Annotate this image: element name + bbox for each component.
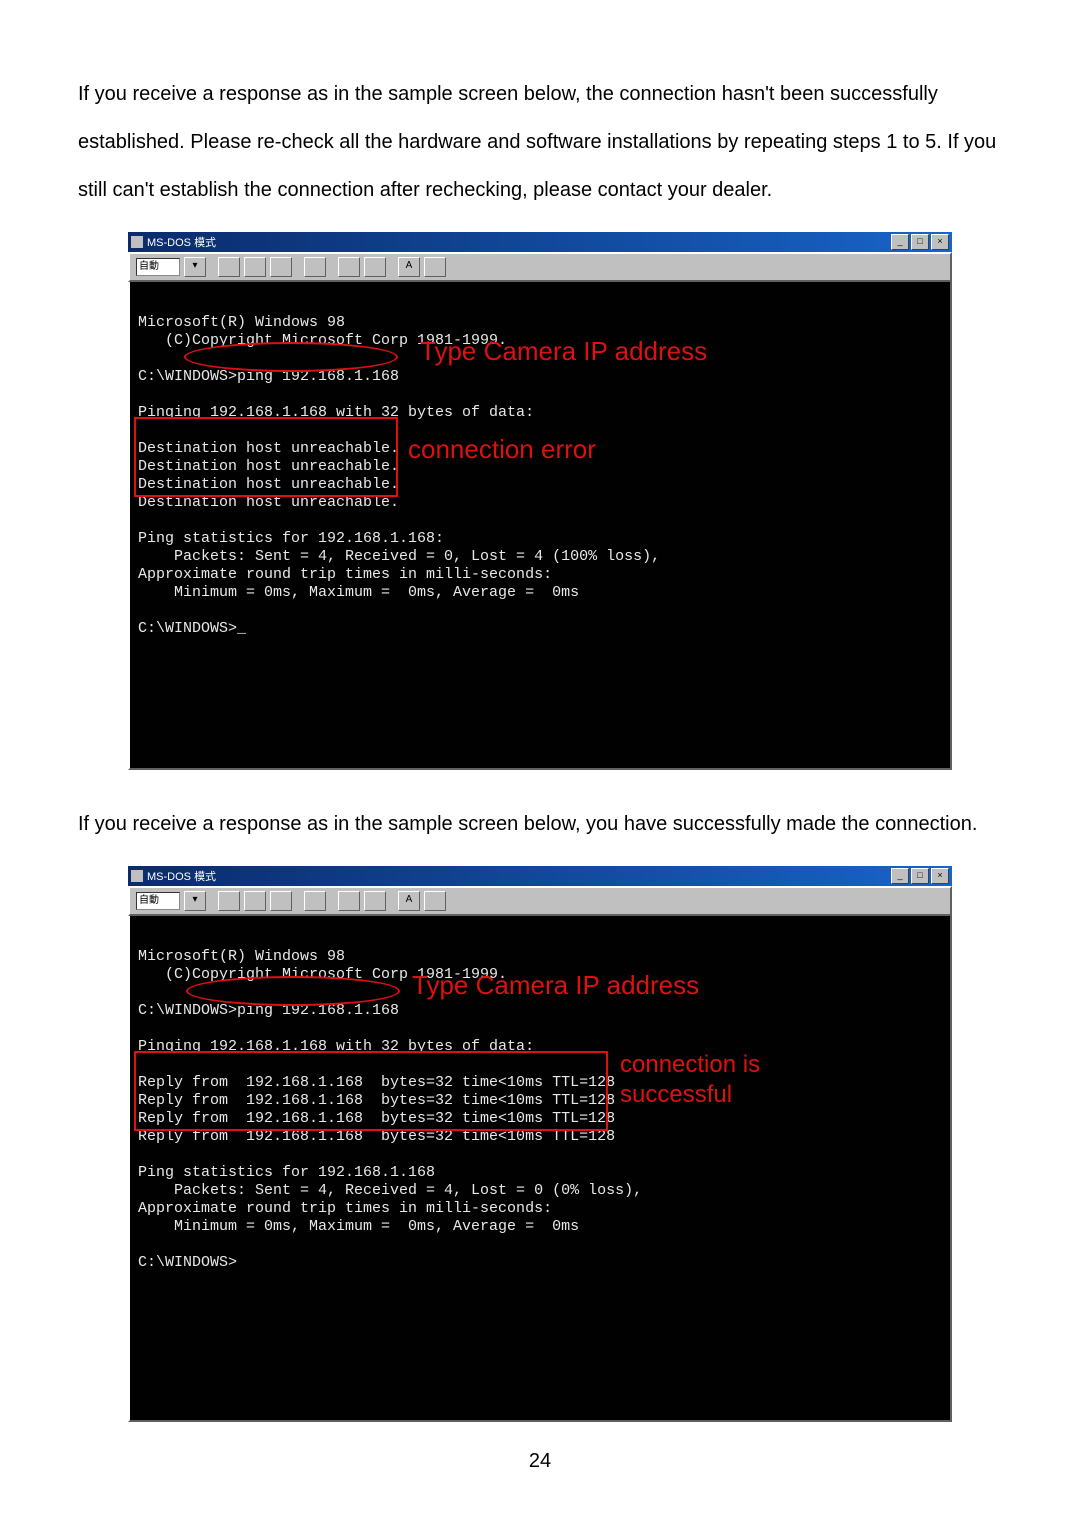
annotation-connection-error: connection error bbox=[408, 440, 596, 458]
annotation-connection-success-2: successful bbox=[620, 1086, 732, 1104]
title-text: MS-DOS 模式 bbox=[147, 234, 216, 250]
toolbar-btn-3[interactable] bbox=[270, 257, 292, 277]
toolbar-btn-6[interactable] bbox=[364, 257, 386, 277]
console-output-success: Microsoft(R) Windows 98 (C)Copyright Mic… bbox=[128, 916, 952, 1422]
toolbar-dropdown[interactable]: ▾ bbox=[184, 257, 206, 277]
toolbar-btn-8[interactable] bbox=[424, 891, 446, 911]
toolbar-dropdown[interactable]: ▾ bbox=[184, 891, 206, 911]
toolbar-btn-4[interactable] bbox=[304, 257, 326, 277]
toolbar: 自動 ▾ A bbox=[128, 886, 952, 916]
titlebar: MS-DOS 模式 _ □ × bbox=[128, 232, 952, 252]
console-output-error: Microsoft(R) Windows 98 (C)Copyright Mic… bbox=[128, 282, 952, 770]
toolbar-btn-5[interactable] bbox=[338, 257, 360, 277]
paragraph-1: If you receive a response as in the samp… bbox=[78, 70, 1002, 214]
toolbar-btn-4[interactable] bbox=[304, 891, 326, 911]
toolbar-btn-5[interactable] bbox=[338, 891, 360, 911]
toolbar-btn-1[interactable] bbox=[218, 257, 240, 277]
page-number: 24 bbox=[0, 1450, 1080, 1473]
close-button[interactable]: × bbox=[931, 234, 949, 250]
toolbar-btn-6[interactable] bbox=[364, 891, 386, 911]
annotation-connection-success-1: connection is bbox=[620, 1056, 760, 1074]
toolbar: 自動 ▾ A bbox=[128, 252, 952, 282]
dos-window-error: MS-DOS 模式 _ □ × 自動 ▾ A Microsoft(R) Wind bbox=[128, 232, 952, 770]
minimize-button[interactable]: _ bbox=[891, 234, 909, 250]
maximize-button[interactable]: □ bbox=[911, 234, 929, 250]
maximize-button[interactable]: □ bbox=[911, 868, 929, 884]
dos-window-success: MS-DOS 模式 _ □ × 自動 ▾ A Microsoft(R) Wind bbox=[128, 866, 952, 1422]
toolbar-btn-8[interactable] bbox=[424, 257, 446, 277]
title-text: MS-DOS 模式 bbox=[147, 868, 216, 884]
app-icon bbox=[131, 236, 143, 248]
app-icon bbox=[131, 870, 143, 882]
toolbar-field[interactable]: 自動 bbox=[136, 892, 180, 910]
toolbar-btn-3[interactable] bbox=[270, 891, 292, 911]
toolbar-btn-7[interactable]: A bbox=[398, 257, 420, 277]
toolbar-btn-1[interactable] bbox=[218, 891, 240, 911]
close-button[interactable]: × bbox=[931, 868, 949, 884]
toolbar-btn-7[interactable]: A bbox=[398, 891, 420, 911]
minimize-button[interactable]: _ bbox=[891, 868, 909, 884]
titlebar: MS-DOS 模式 _ □ × bbox=[128, 866, 952, 886]
toolbar-btn-2[interactable] bbox=[244, 891, 266, 911]
toolbar-field[interactable]: 自動 bbox=[136, 258, 180, 276]
toolbar-btn-2[interactable] bbox=[244, 257, 266, 277]
paragraph-2: If you receive a response as in the samp… bbox=[78, 800, 1002, 848]
